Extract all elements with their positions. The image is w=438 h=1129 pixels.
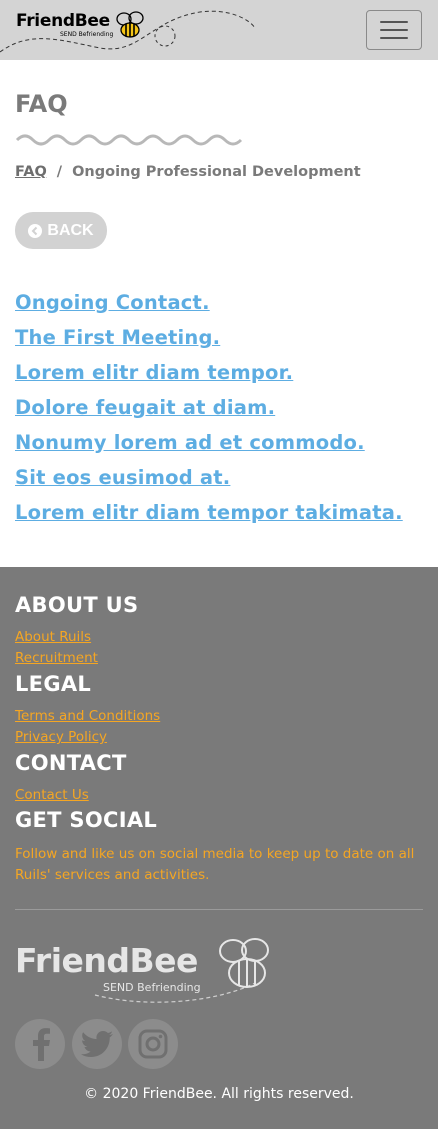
hamburger-icon-line <box>380 37 408 39</box>
list-item: Dolore feugait at diam. <box>15 396 403 431</box>
breadcrumb-faq-link[interactable]: FAQ <box>15 164 47 180</box>
footer: ABOUT US About Ruils Recruitment LEGAL T… <box>0 567 438 1129</box>
twitter-glyph <box>81 1031 113 1057</box>
facebook-icon[interactable] <box>15 1019 65 1069</box>
footer-logo-subtitle: SEND Befriending <box>103 981 201 994</box>
terms-link[interactable]: Terms and Conditions <box>15 708 160 724</box>
list-item: Nonumy lorem ad et commodo. <box>15 431 403 466</box>
social-description: Follow and like us on social media to ke… <box>15 846 415 883</box>
wave-divider <box>15 134 243 146</box>
list-item: Sit eos eusimod at. <box>15 466 403 501</box>
friendbee-logo[interactable]: FriendBee SEND Befriending <box>16 11 148 40</box>
list-item: Lorem elitr diam tempor takimata. <box>15 501 403 536</box>
bee-icon <box>116 11 144 38</box>
faq-link[interactable]: Nonumy lorem ad et commodo. <box>15 431 365 454</box>
copyright-text: © 2020 FriendBee. All rights reserved. <box>84 1086 354 1102</box>
footer-divider <box>15 909 423 910</box>
about-ruils-link[interactable]: About Ruils <box>15 629 91 645</box>
faq-link[interactable]: Dolore feugait at diam. <box>15 396 275 419</box>
recruitment-link[interactable]: Recruitment <box>15 650 98 666</box>
footer-logo-text: FriendBee <box>15 941 198 980</box>
arrow-left-icon <box>28 223 43 238</box>
about-heading: ABOUT US <box>15 593 139 617</box>
faq-link[interactable]: Lorem elitr diam tempor. <box>15 361 293 384</box>
footer-logo[interactable]: FriendBee SEND Befriending <box>15 933 275 1009</box>
faq-link[interactable]: The First Meeting. <box>15 326 220 349</box>
facebook-glyph <box>33 1028 50 1061</box>
faq-link[interactable]: Sit eos eusimod at. <box>15 466 230 489</box>
list-item: The First Meeting. <box>15 326 403 361</box>
menu-toggle-button[interactable] <box>366 10 422 50</box>
contact-heading: CONTACT <box>15 751 127 775</box>
page-title: FAQ <box>15 90 68 118</box>
back-button[interactable]: BACK <box>15 212 107 249</box>
twitter-icon[interactable] <box>72 1019 122 1069</box>
privacy-link[interactable]: Privacy Policy <box>15 729 107 745</box>
instagram-icon[interactable] <box>128 1019 178 1069</box>
breadcrumb-separator: / <box>56 164 63 180</box>
logo-text: FriendBee <box>16 11 110 31</box>
back-button-label: BACK <box>47 221 94 239</box>
list-item: Ongoing Contact. <box>15 291 403 326</box>
hamburger-icon-line <box>380 21 408 23</box>
hamburger-icon-line <box>380 29 408 31</box>
top-navbar: FriendBee SEND Befriending <box>0 0 438 60</box>
logo-subtitle: SEND Befriending <box>60 31 114 38</box>
contact-us-link[interactable]: Contact Us <box>15 787 89 803</box>
legal-heading: LEGAL <box>15 672 92 696</box>
breadcrumb-current: Ongoing Professional Development <box>72 164 361 180</box>
faq-link[interactable]: Ongoing Contact. <box>15 291 210 314</box>
social-heading: GET SOCIAL <box>15 808 158 832</box>
breadcrumb: FAQ / Ongoing Professional Development <box>15 164 361 180</box>
faq-link[interactable]: Lorem elitr diam tempor takimata. <box>15 501 403 524</box>
instagram-glyph <box>138 1029 168 1059</box>
faq-list: Ongoing Contact. The First Meeting. Lore… <box>15 291 403 536</box>
list-item: Lorem elitr diam tempor. <box>15 361 403 396</box>
